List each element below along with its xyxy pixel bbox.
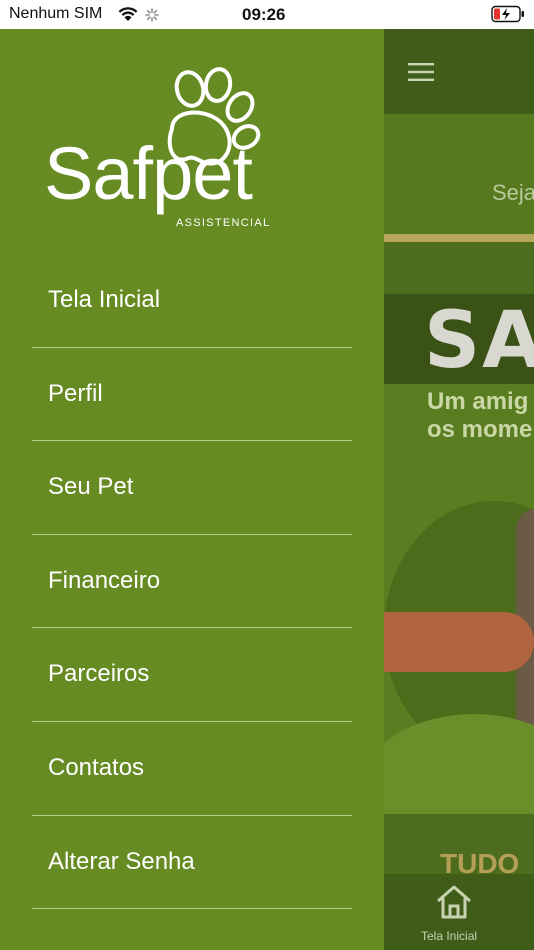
menu-item-financeiro[interactable]: Financeiro <box>0 535 384 629</box>
carrier-label: Nenhum SIM <box>9 5 103 22</box>
status-time: 09:26 <box>242 5 286 24</box>
menu-item-perfil[interactable]: Perfil <box>0 348 384 442</box>
banner-subtitle-line2: os mome <box>427 416 533 443</box>
status-bar: Nenhum SIM 09:26 <box>0 0 534 29</box>
wifi-icon <box>117 6 139 27</box>
menu-item-parceiros[interactable]: Parceiros <box>0 628 384 722</box>
menu-item-contatos[interactable]: Contatos <box>0 722 384 816</box>
menu-item-alterar-senha[interactable]: Alterar Senha <box>0 816 384 910</box>
banner-top-strip <box>384 242 534 294</box>
welcome-section: Seja <box>384 114 534 234</box>
tab-bar: Tela Inicial <box>384 874 534 950</box>
background-home-screen[interactable]: Seja SAF Um amig os mome TUDO Tela Inici… <box>384 29 534 950</box>
bottom-banner: TUDO <box>384 814 534 879</box>
banner-title: SAF <box>424 296 534 386</box>
person-arm-photo <box>384 612 534 672</box>
navigation-drawer: Safpet ASSISTENCIAL Tela Inicial Perfil … <box>0 29 384 950</box>
menu-item-label: Parceiros <box>48 660 150 688</box>
menu-item-label: Seu Pet <box>48 473 134 501</box>
decorative-wave <box>384 714 534 814</box>
safpet-logo: Safpet ASSISTENCIAL <box>44 67 284 237</box>
menu-item-label: Tela Inicial <box>48 286 161 313</box>
activity-spinner-icon <box>145 8 159 27</box>
menu-item-seu-pet[interactable]: Seu Pet <box>0 441 384 535</box>
hero-image: Um amig os mome <box>384 384 534 814</box>
drawer-menu: Tela Inicial Perfil Seu Pet Financeiro P… <box>0 254 384 910</box>
banner-subtitle-line1: Um amig <box>427 388 529 415</box>
divider <box>384 234 534 242</box>
menu-item-label: Alterar Senha <box>48 847 195 875</box>
tab-home-label[interactable]: Tela Inicial <box>421 929 477 943</box>
welcome-text: Seja <box>492 180 534 205</box>
menu-item-label: Perfil <box>48 379 103 407</box>
logo-subtitle: ASSISTENCIAL <box>176 217 271 229</box>
logo-wordmark: Safpet <box>44 132 253 215</box>
menu-item-label: Contatos <box>48 753 145 781</box>
battery-charging-icon <box>491 5 525 28</box>
menu-item-label: Financeiro <box>48 566 161 594</box>
app-header <box>384 29 534 114</box>
home-icon[interactable] <box>434 884 474 925</box>
hamburger-menu-icon[interactable] <box>408 63 434 86</box>
promo-banner: SAF <box>384 294 534 386</box>
divider <box>32 908 352 910</box>
menu-item-tela-inicial[interactable]: Tela Inicial <box>0 254 384 348</box>
